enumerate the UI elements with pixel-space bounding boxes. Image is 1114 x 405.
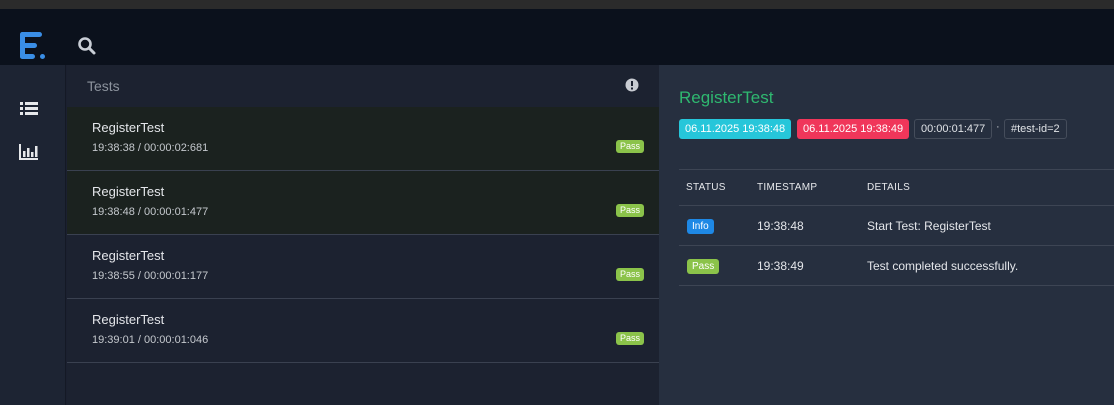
table-row: Info 19:38:48 Start Test: RegisterTest [679, 206, 1114, 246]
test-time: 19:38:38 / 00:00:02:681 [92, 142, 209, 154]
status-badge: Pass [616, 332, 645, 345]
column-header-timestamp: TIMESTAMP [757, 182, 818, 193]
status-badge: Pass [616, 268, 645, 281]
window-top-strip [0, 0, 1114, 9]
log-details: Test completed successfully. [867, 259, 1019, 273]
bar-chart-icon[interactable] [18, 143, 40, 161]
test-name: RegisterTest [92, 312, 165, 327]
test-time: 19:39:01 / 00:00:01:046 [92, 334, 209, 346]
top-navbar [0, 9, 1114, 65]
sidebar [0, 65, 66, 405]
search-icon[interactable] [77, 36, 97, 56]
test-list-item[interactable]: RegisterTest 19:38:48 / 00:00:01:477 Pas… [67, 171, 659, 235]
duration-badge: 00:00:01:477 [914, 119, 993, 139]
table-header: STATUS TIMESTAMP DETAILS [679, 169, 1114, 206]
exclamation-circle-icon [625, 78, 639, 92]
test-list-header: Tests [67, 65, 659, 107]
test-detail-panel: RegisterTest 06.11.2025 19:38:48 06.11.2… [659, 65, 1114, 405]
column-header-status: STATUS [686, 182, 726, 193]
status-badge: Pass [616, 204, 645, 217]
test-time: 19:38:48 / 00:00:01:477 [92, 206, 209, 218]
test-list-title: Tests [87, 78, 120, 94]
log-details: Start Test: RegisterTest [867, 219, 991, 233]
extent-logo-icon[interactable] [20, 32, 46, 60]
test-list-panel: Tests RegisterTest 19:38:38 / 00:00:02:6… [67, 65, 659, 405]
log-timestamp: 19:38:49 [757, 259, 804, 273]
end-time-badge: 06.11.2025 19:38:49 [797, 119, 910, 139]
test-name: RegisterTest [92, 120, 165, 135]
column-header-details: DETAILS [867, 182, 911, 193]
badge-separator: · [996, 121, 1000, 133]
table-row: Pass 19:38:49 Test completed successfull… [679, 246, 1114, 286]
test-list-item[interactable]: RegisterTest 19:38:55 / 00:00:01:177 Pas… [67, 235, 659, 299]
list-icon[interactable] [18, 100, 40, 118]
status-badge: Pass [616, 140, 645, 153]
status-badge: Pass [687, 259, 720, 274]
status-badge: Info [687, 219, 714, 234]
test-name: RegisterTest [92, 248, 165, 263]
test-time: 19:38:55 / 00:00:01:177 [92, 270, 209, 282]
test-list-item[interactable]: RegisterTest 19:38:38 / 00:00:02:681 Pas… [67, 107, 659, 171]
start-time-badge: 06.11.2025 19:38:48 [679, 119, 792, 139]
log-timestamp: 19:38:48 [757, 219, 804, 233]
test-list-item[interactable]: RegisterTest 19:39:01 / 00:00:01:046 Pas… [67, 299, 659, 363]
test-id-badge: #test-id=2 [1004, 119, 1067, 139]
test-name: RegisterTest [92, 184, 165, 199]
test-detail-title: RegisterTest [679, 88, 774, 107]
